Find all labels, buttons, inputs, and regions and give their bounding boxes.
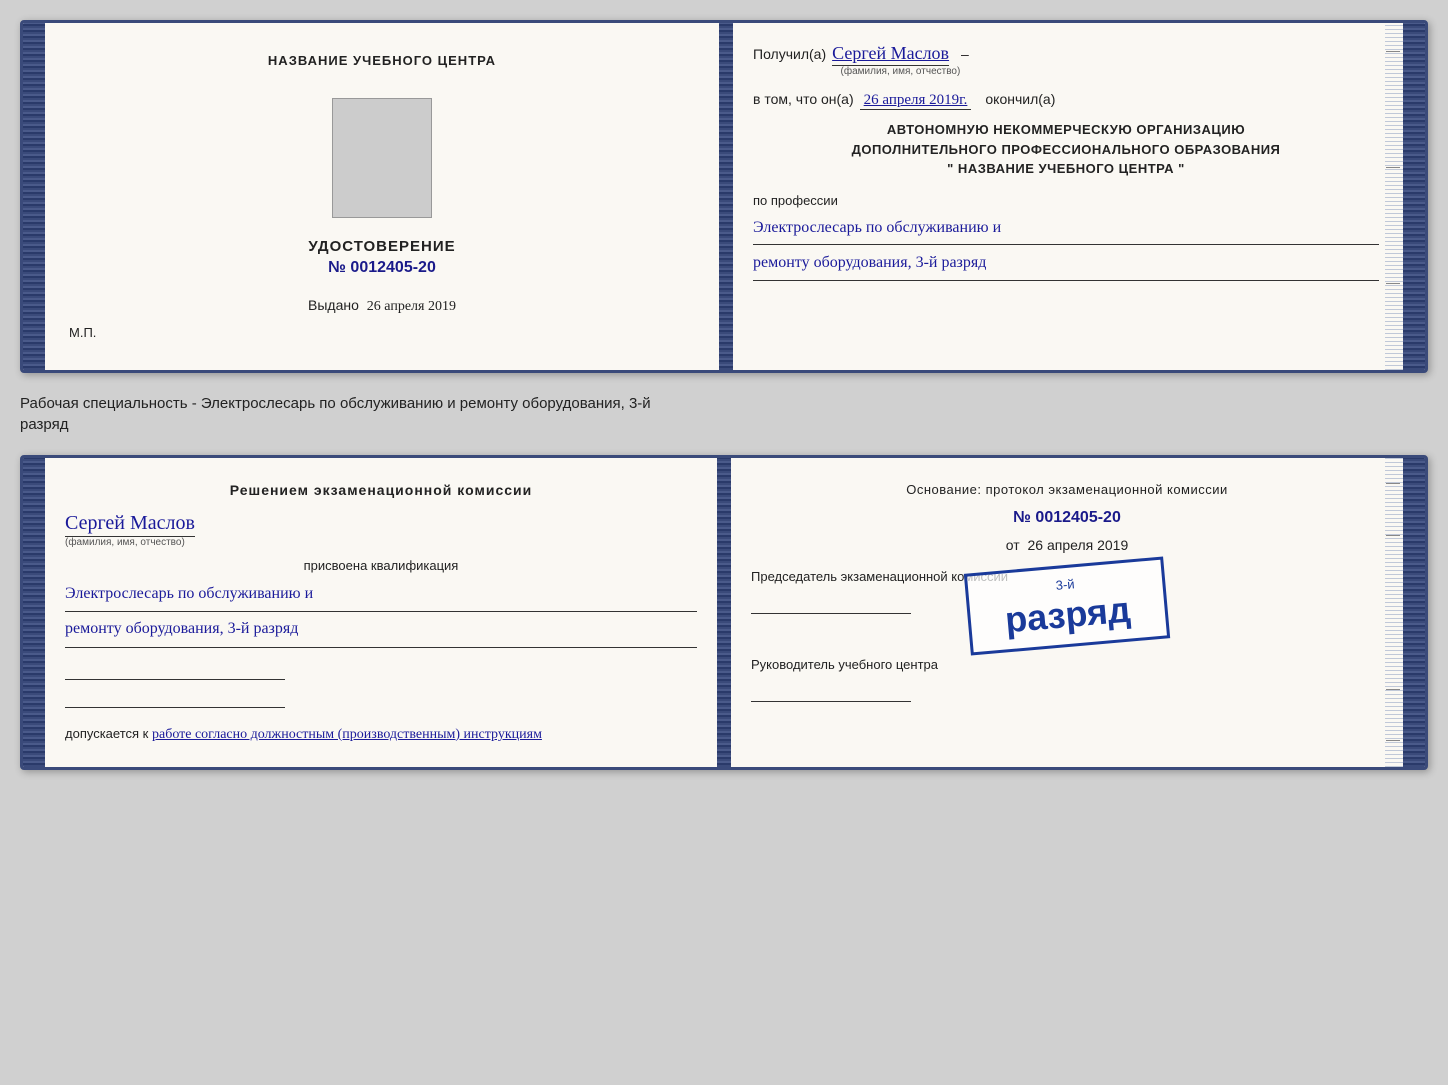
poluchil-line: Получил(а) Сергей Маслов – (фамилия, имя… <box>753 43 1379 77</box>
sign-line-predsedatel <box>751 590 911 614</box>
sign-lines-block <box>65 656 697 708</box>
photo-placeholder <box>332 98 432 218</box>
spine-left <box>23 23 45 370</box>
edge-line <box>1386 341 1400 342</box>
upper-left-page: НАЗВАНИЕ УЧЕБНОГО ЦЕНТРА УДОСТОВЕРЕНИЕ №… <box>45 23 719 370</box>
rukovoditel-block: Руководитель учебного центра <box>751 657 1383 705</box>
ot-label: от <box>1006 537 1020 553</box>
org-line2: ДОПОЛНИТЕЛЬНОГО ПРОФЕССИОНАЛЬНОГО ОБРАЗО… <box>753 140 1379 160</box>
ot-date: 26 апреля 2019 <box>1028 537 1129 553</box>
doc-inner-lower: Решением экзаменационной комиссии Сергей… <box>45 458 1403 767</box>
vydano-text: Выдано <box>308 297 359 313</box>
edge-line <box>1386 109 1400 110</box>
prisvoena-label: присвоена квалификация <box>65 558 697 573</box>
upper-right-page: Получил(а) Сергей Маслов – (фамилия, имя… <box>733 23 1403 370</box>
stamp-text-small: 3-й <box>1055 576 1075 593</box>
vtom-label: в том, что он(а) <box>753 91 854 107</box>
po-professii-label: по профессии <box>753 193 1379 208</box>
completion-date: 26 апреля 2019г. <box>860 92 972 110</box>
okончил-label: окончил(а) <box>985 91 1055 107</box>
rukovoditel-label: Руководитель учебного центра <box>751 657 938 672</box>
org-line3: " НАЗВАНИЕ УЧЕБНОГО ЦЕНТРА " <box>753 159 1379 179</box>
profession-line2: ремонту оборудования, 3-й разряд <box>753 249 1379 281</box>
sign-line-1 <box>65 656 285 680</box>
dopuskaetsya-value: работе согласно должностным (производств… <box>152 727 542 742</box>
edge-line <box>1386 689 1400 690</box>
fio-name-lower: Сергей Маслов <box>65 512 195 537</box>
between-text: Рабочая специальность - Электрослесарь п… <box>20 389 1428 439</box>
stamp: 3-й разряд <box>964 556 1170 655</box>
fio-hint-lower: (фамилия, имя, отчество) <box>65 537 697 548</box>
vydano-block: Выдано 26 апреля 2019 <box>69 297 695 315</box>
recipient-name-text: Сергей Маслов <box>832 43 949 66</box>
qual-block: Электрослесарь по обслуживанию и ремонту… <box>65 579 697 648</box>
mp-label: М.П. <box>69 325 695 340</box>
center-spine-lower <box>717 458 731 767</box>
dopuskaetsya-label: допускается к <box>65 726 148 741</box>
qual-line1: Электрослесарь по обслуживанию и <box>65 579 697 612</box>
dopuskaetsya-block: допускается к работе согласно должностны… <box>65 726 697 743</box>
rukovoditel-sign-line <box>751 678 1383 705</box>
recipient-name: Сергей Маслов – (фамилия, имя, отчество) <box>832 43 969 77</box>
between-line1: Рабочая специальность - Электрослесарь п… <box>20 395 651 412</box>
protokol-number: № 0012405-20 <box>751 509 1383 527</box>
edge-line <box>1386 167 1400 168</box>
lower-left-page: Решением экзаменационной комиссии Сергей… <box>45 458 717 767</box>
doc-inner: НАЗВАНИЕ УЧЕБНОГО ЦЕНТРА УДОСТОВЕРЕНИЕ №… <box>45 23 1403 370</box>
edge-line <box>1386 51 1400 52</box>
udostoverenie-title: УДОСТОВЕРЕНИЕ <box>308 238 455 255</box>
vydano-date: 26 апреля 2019 <box>367 299 456 314</box>
udostoverenie-number: № 0012405-20 <box>308 259 455 277</box>
spine-right-lower <box>1403 458 1425 767</box>
profession-line1: Электрослесарь по обслуживанию и <box>753 214 1379 246</box>
page-wrapper: НАЗВАНИЕ УЧЕБНОГО ЦЕНТРА УДОСТОВЕРЕНИЕ №… <box>20 20 1428 770</box>
edge-line <box>1386 740 1400 741</box>
edge-lines-upper-right <box>1383 23 1403 370</box>
edge-line <box>1386 535 1400 536</box>
spine-left-lower <box>23 458 45 767</box>
edge-line <box>1386 283 1400 284</box>
fio-hint-upper: (фамилия, имя, отчество) <box>832 66 969 77</box>
edge-line <box>1386 586 1400 587</box>
profession-block: Электрослесарь по обслуживанию и ремонту… <box>753 214 1379 282</box>
edge-lines-lower-right <box>1383 458 1403 767</box>
edge-line <box>1386 225 1400 226</box>
edge-line <box>1386 638 1400 639</box>
lower-right-page: Основание: протокол экзаменационной коми… <box>731 458 1403 767</box>
osnovanie-title: Основание: протокол экзаменационной коми… <box>751 482 1383 497</box>
qual-line2: ремонту оборудования, 3-й разряд <box>65 614 697 647</box>
edge-line <box>1386 483 1400 484</box>
school-name-upper: НАЗВАНИЕ УЧЕБНОГО ЦЕНТРА <box>268 53 496 68</box>
spine-right-upper <box>1403 23 1425 370</box>
sign-line-rukovoditel <box>751 678 911 702</box>
udostoverenie-block: УДОСТОВЕРЕНИЕ № 0012405-20 <box>308 238 455 277</box>
upper-document-card: НАЗВАНИЕ УЧЕБНОГО ЦЕНТРА УДОСТОВЕРЕНИЕ №… <box>20 20 1428 373</box>
vtom-line: в том, что он(а) 26 апреля 2019г. окончи… <box>753 91 1379 110</box>
org-line1: АВТОНОМНУЮ НЕКОММЕРЧЕСКУЮ ОРГАНИЗАЦИЮ <box>753 120 1379 140</box>
poluchil-label: Получил(а) <box>753 46 826 62</box>
lower-document-card: Решением экзаменационной комиссии Сергей… <box>20 455 1428 770</box>
fio-block-lower: Сергей Маслов (фамилия, имя, отчество) <box>65 512 697 548</box>
center-spine-upper <box>719 23 733 370</box>
stamp-big-text: разряд <box>981 586 1154 643</box>
sign-line-2 <box>65 684 285 708</box>
between-line2: разряд <box>20 416 68 433</box>
resheniem-title: Решением экзаменационной комиссии <box>65 482 697 498</box>
vydano-label: Выдано 26 апреля 2019 <box>308 297 456 313</box>
ot-line: от 26 апреля 2019 <box>751 537 1383 553</box>
org-block: АВТОНОМНУЮ НЕКОММЕРЧЕСКУЮ ОРГАНИЗАЦИЮ ДО… <box>753 120 1379 179</box>
